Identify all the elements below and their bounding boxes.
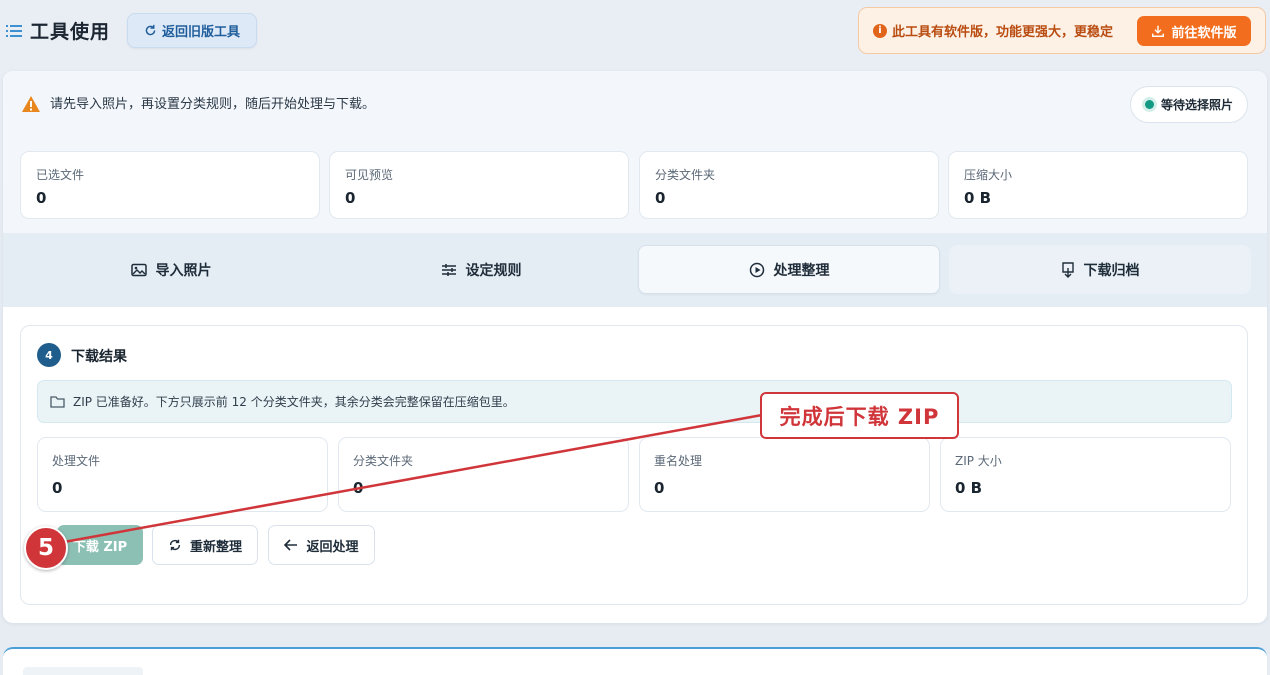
stat-category-folders: 分类文件夹 0 [639,151,939,219]
stat-selected-files: 已选文件 0 [20,151,320,219]
result-title: 下载结果 [71,349,127,365]
stat-value: 0 [353,479,364,497]
tab-label: 下载归档 [1083,262,1140,279]
stat-value: 0 [655,189,666,207]
list-icon [6,25,22,37]
step-number: 4 [37,343,61,367]
result-stat-processed-files: 处理文件 0 [37,437,328,512]
next-section-card [3,647,1267,675]
tab-label: 设定规则 [465,262,522,279]
back-to-process-button[interactable]: 返回处理 [268,525,375,565]
info-text: ZIP 已准备好。下方只展示前 12 个分类文件夹，其余分类会完整保留在压缩包里… [73,395,515,409]
stat-label: 可见预览 [345,168,394,182]
stat-label: 已选文件 [36,168,85,182]
stat-label: 分类文件夹 [353,454,414,468]
tab-label: 导入照片 [155,262,212,279]
tab-download-archive[interactable]: 下载归档 [949,245,1251,294]
stat-label: ZIP 大小 [955,454,1002,468]
tab-process[interactable]: 处理整理 [638,245,940,294]
zip-ready-info: ZIP 已准备好。下方只展示前 12 个分类文件夹，其余分类会完整保留在压缩包里… [37,380,1232,423]
promo-text: 此工具有软件版，功能更强大，更稳定 [892,25,1114,40]
tab-set-rules[interactable]: 设定规则 [330,245,632,294]
folder-icon [50,396,65,408]
result-stat-category-folders: 分类文件夹 0 [338,437,629,512]
old-tool-label: 返回旧版工具 [161,25,240,40]
result-stat-zip-size: ZIP 大小 0 B [940,437,1231,512]
refresh-icon [169,539,181,551]
warning-icon [22,96,40,112]
page-title: 工具使用 [30,21,111,43]
stat-label: 重名处理 [654,454,703,468]
reorganize-button[interactable]: 重新整理 [152,525,258,565]
software-promo-banner: i 此工具有软件版，功能更强大，更稳定 前往软件版 [858,7,1266,54]
stat-compressed-size: 压缩大小 0 B [948,151,1248,219]
info-icon: i [873,23,887,38]
stat-label: 分类文件夹 [655,168,716,182]
stat-value: 0 B [955,479,983,497]
section-header-placeholder [23,667,143,675]
tab-label: 处理整理 [773,262,830,279]
download-icon [1152,25,1165,37]
back-to-process-label: 返回处理 [306,539,359,555]
stat-value: 0 [52,479,63,497]
download-icon [1061,261,1074,278]
notice-text: 请先导入照片，再设置分类规则，随后开始处理与下载。 [50,97,376,112]
download-zip-button[interactable]: 下载 ZIP [57,525,143,565]
refresh-icon [145,24,156,36]
stat-value: 0 [654,479,665,497]
goto-software-label: 前往软件版 [1171,25,1237,41]
image-icon [130,263,147,276]
play-icon [749,262,764,277]
status-dot-icon [1144,100,1154,109]
download-result-panel: 4 下载结果 ZIP 已准备好。下方只展示前 12 个分类文件夹，其余分类会完整… [20,325,1248,605]
stat-value: 0 [345,189,356,207]
download-zip-label: 下载 ZIP [72,539,128,555]
step-tabs: 导入照片 设定规则 处理整理 下载归档 [3,233,1267,307]
annotation-callout: 完成后下载 ZIP [760,392,959,439]
arrow-left-icon [284,539,298,551]
goto-software-button[interactable]: 前往软件版 [1137,16,1251,46]
status-text: 等待选择照片 [1160,98,1233,112]
tab-import-photos[interactable]: 导入照片 [20,245,322,294]
annotation-step-badge: 5 [24,526,68,570]
back-to-old-tool-button[interactable]: 返回旧版工具 [127,13,257,48]
result-stat-duplicate-names: 重名处理 0 [639,437,930,512]
status-badge: 等待选择照片 [1130,86,1248,123]
stat-visible-previews: 可见预览 0 [329,151,629,219]
reorganize-label: 重新整理 [189,539,242,555]
stat-label: 压缩大小 [964,168,1013,182]
stat-label: 处理文件 [52,454,101,468]
main-card: 请先导入照片，再设置分类规则，随后开始处理与下载。 等待选择照片 已选文件 0 … [3,71,1267,623]
sliders-icon [441,263,456,276]
stat-value: 0 B [964,189,992,207]
stat-value: 0 [36,189,47,207]
